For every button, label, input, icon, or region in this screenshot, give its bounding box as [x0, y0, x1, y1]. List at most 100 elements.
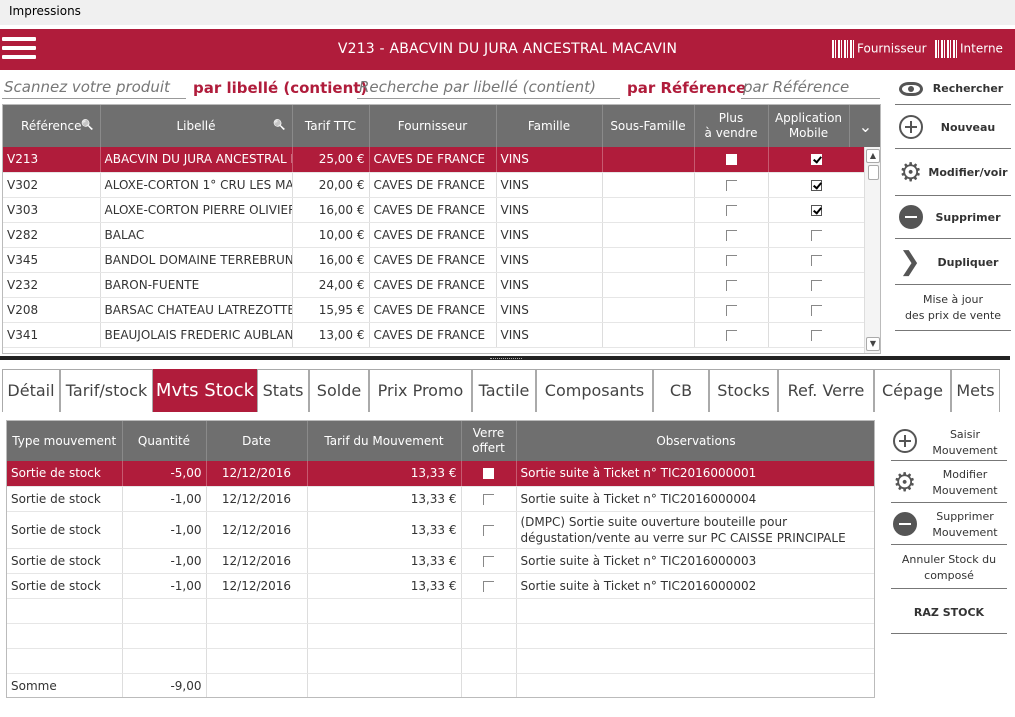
- tab-cb[interactable]: CB: [653, 369, 709, 412]
- column-header[interactable]: Quantité: [122, 421, 207, 461]
- cell-plus-a-vendre[interactable]: [694, 247, 769, 273]
- mise-jour-button[interactable]: Mise à jour des prix de vente: [895, 286, 1011, 331]
- table-row[interactable]: V302ALOXE-CORTON 1° CRU LES MARÉCHAUDES2…: [3, 172, 866, 198]
- checkbox[interactable]: [725, 229, 737, 241]
- checkbox[interactable]: [483, 580, 494, 592]
- cell-application-mobile[interactable]: [768, 172, 866, 198]
- tab-composants[interactable]: Composants: [536, 369, 653, 412]
- scroll-up-icon[interactable]: ▲: [866, 149, 880, 163]
- modifier-button[interactable]: ⚙ Modifier Mouvement: [891, 463, 1007, 503]
- libelle-search-input[interactable]: Recherche par libellé (contient): [357, 77, 620, 99]
- column-header[interactable]: Fournisseur: [369, 105, 497, 147]
- checkbox[interactable]: [483, 493, 494, 505]
- column-header[interactable]: Observations: [516, 421, 874, 461]
- cell-plus-a-vendre[interactable]: [694, 172, 769, 198]
- modifier-voir-button[interactable]: ⚙ Modifier/voir: [895, 150, 1011, 196]
- cell-plus-a-vendre[interactable]: [694, 222, 769, 248]
- cell-plus-a-vendre[interactable]: [694, 322, 769, 348]
- tab-tactile[interactable]: Tactile: [472, 369, 536, 412]
- scan-product-input[interactable]: Scannez votre produit: [2, 77, 186, 99]
- table-row[interactable]: Sortie de stock -1,00 12/12/2016 13,33 € Sor…: [7, 548, 874, 574]
- checkbox[interactable]: [725, 154, 737, 166]
- checkbox[interactable]: [725, 179, 737, 191]
- barcode-interne-button[interactable]: Interne: [935, 40, 1003, 58]
- tab-mets[interactable]: Mets: [951, 369, 1000, 412]
- column-header[interactable]: Date: [206, 421, 308, 461]
- splitter-handle[interactable]: [490, 358, 522, 361]
- product-scrollbar[interactable]: ▲ ▼: [864, 147, 880, 353]
- tab-mvts-stock[interactable]: Mvts Stock: [153, 369, 257, 412]
- annuler-stock-du-button[interactable]: Annuler Stock du composé: [891, 547, 1007, 589]
- hamburger-menu-icon[interactable]: [2, 37, 36, 63]
- checkbox[interactable]: [483, 468, 494, 480]
- checkbox[interactable]: [811, 229, 822, 241]
- reference-search-input[interactable]: par Référence: [741, 77, 880, 99]
- tab-cépage[interactable]: Cépage: [874, 369, 951, 412]
- tab-détail[interactable]: Détail: [2, 369, 60, 412]
- checkbox[interactable]: [483, 524, 494, 536]
- checkbox[interactable]: [725, 279, 737, 291]
- cell-verre-offert[interactable]: [461, 461, 517, 487]
- tab-ref-verre[interactable]: Ref. Verre: [778, 369, 874, 412]
- column-header[interactable]: Verre offert: [461, 421, 517, 461]
- cell-application-mobile[interactable]: [768, 322, 866, 348]
- tab-stats[interactable]: Stats: [257, 369, 309, 412]
- checkbox[interactable]: [811, 304, 822, 316]
- search-icon[interactable]: 🔍: [273, 118, 285, 133]
- cell-application-mobile[interactable]: [768, 147, 866, 173]
- checkbox[interactable]: [811, 254, 822, 266]
- checkbox-checked[interactable]: [811, 204, 822, 216]
- tab-stocks[interactable]: Stocks: [709, 369, 778, 412]
- checkbox[interactable]: [725, 254, 737, 266]
- nouveau-button[interactable]: Nouveau: [895, 107, 1011, 149]
- checkbox[interactable]: [725, 304, 737, 316]
- column-header[interactable]: Tarif TTC: [292, 105, 370, 147]
- table-row[interactable]: Sortie de stock -1,00 12/12/2016 13,33 € (DM…: [7, 511, 874, 549]
- scroll-down-icon[interactable]: ▼: [866, 337, 880, 351]
- checkbox[interactable]: [811, 279, 822, 291]
- saisir-button[interactable]: Saisir Mouvement: [891, 423, 1007, 461]
- cell-application-mobile[interactable]: [768, 197, 866, 223]
- cell-verre-offert[interactable]: [461, 548, 517, 574]
- table-row[interactable]: V208 BARSAC CHATEAU LATREZOTTE 15,95 € CAVE…: [3, 297, 866, 323]
- table-row[interactable]: V341 BEAUJOLAIS FREDERIC AUBLANC 13,00 € CA…: [3, 322, 866, 348]
- table-row[interactable]: Sortie de stock -5,00 12/12/2016 13,33 € Sor…: [7, 461, 874, 487]
- table-row[interactable]: Sortie de stock -1,00 12/12/2016 13,33 € Sor…: [7, 573, 874, 599]
- cell-verre-offert[interactable]: [461, 511, 517, 549]
- cell-plus-a-vendre[interactable]: [694, 147, 769, 173]
- supprimer-button[interactable]: Supprimer Mouvement: [891, 505, 1007, 545]
- column-header[interactable]: Application Mobile: [768, 105, 850, 147]
- column-chooser-icon[interactable]: ⌄: [849, 105, 880, 147]
- tab-prix-promo[interactable]: Prix Promo: [369, 369, 472, 412]
- barcode-fournisseur-button[interactable]: Fournisseur: [832, 40, 927, 58]
- column-header[interactable]: Sous-Famille: [602, 105, 695, 147]
- column-header[interactable]: Plus à vendre: [694, 105, 769, 147]
- checkbox-checked[interactable]: [811, 154, 822, 166]
- table-row[interactable]: Sortie de stock -1,00 12/12/2016 13,33 € Sor…: [7, 486, 874, 512]
- tab-solde[interactable]: Solde: [309, 369, 369, 412]
- cell-application-mobile[interactable]: [768, 247, 866, 273]
- table-row[interactable]: V232 BARON-FUENTE 24,00 € CAVES DE FRANCE VI…: [3, 272, 866, 298]
- menu-impressions[interactable]: Impressions: [9, 4, 81, 18]
- table-row[interactable]: V345 BANDOL DOMAINE TERREBRUNE 16,00 € CAVE…: [3, 247, 866, 273]
- supprimer-button[interactable]: Supprimer: [895, 197, 1011, 239]
- cell-plus-a-vendre[interactable]: [694, 197, 769, 223]
- checkbox[interactable]: [811, 329, 822, 341]
- checkbox[interactable]: [483, 555, 494, 567]
- dupliquer-button[interactable]: ❯ Dupliquer: [895, 240, 1011, 285]
- table-row[interactable]: V282 BALAC 10,00 € CAVES DE FRANCE VINS: [3, 222, 866, 248]
- cell-application-mobile[interactable]: [768, 297, 866, 323]
- column-header[interactable]: Type mouvement: [7, 421, 123, 461]
- table-row[interactable]: V213ABACVIN DU JURA ANCESTRAL MACAVIN25,…: [3, 147, 866, 173]
- cell-plus-a-vendre[interactable]: [694, 297, 769, 323]
- checkbox-checked[interactable]: [811, 179, 822, 191]
- cell-verre-offert[interactable]: [461, 486, 517, 512]
- raz-stock-button[interactable]: RAZ STOCK: [891, 592, 1007, 634]
- cell-application-mobile[interactable]: [768, 272, 866, 298]
- checkbox[interactable]: [725, 204, 737, 216]
- checkbox[interactable]: [725, 329, 737, 341]
- search-icon[interactable]: 🔍: [81, 118, 93, 133]
- column-header[interactable]: Famille: [496, 105, 603, 147]
- cell-application-mobile[interactable]: [768, 222, 866, 248]
- table-row[interactable]: V303 ALOXE-CORTON PIERRE OLIVIER 16,00 € CA…: [3, 197, 866, 223]
